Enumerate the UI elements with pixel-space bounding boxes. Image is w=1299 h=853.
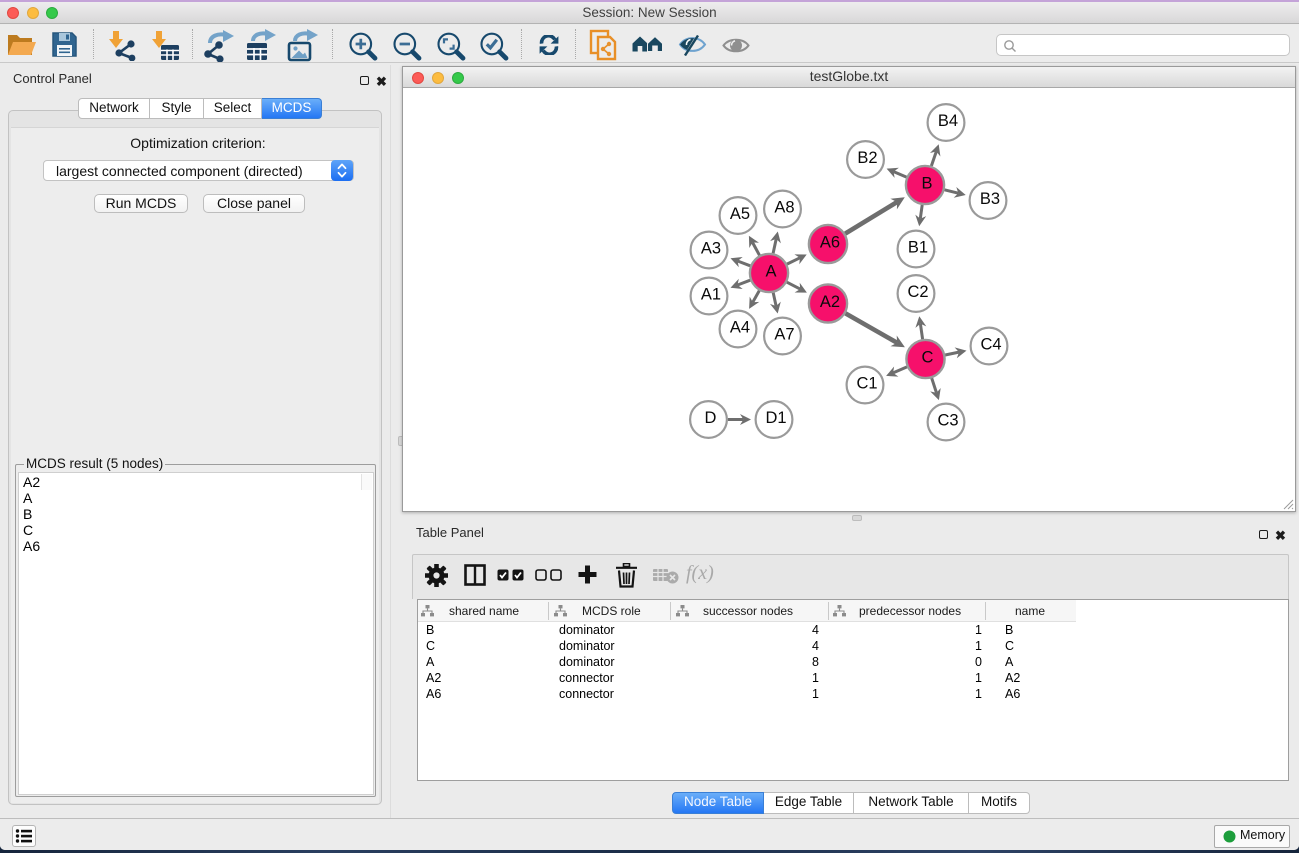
svg-text:C2: C2 [907,283,928,301]
svg-text:A7: A7 [774,326,794,344]
svg-text:C4: C4 [980,336,1001,354]
svg-text:A5: A5 [730,205,750,223]
svg-text:A4: A4 [730,319,750,337]
svg-text:A3: A3 [701,240,721,258]
svg-text:A1: A1 [701,286,721,304]
svg-text:C1: C1 [856,375,877,393]
svg-text:B: B [921,175,932,193]
svg-text:A8: A8 [774,199,794,217]
svg-text:D1: D1 [765,409,786,427]
svg-text:B3: B3 [980,190,1000,208]
svg-text:A2: A2 [820,293,840,311]
svg-text:A6: A6 [820,234,840,252]
svg-text:B2: B2 [857,149,877,167]
svg-text:B4: B4 [938,112,958,130]
svg-text:A: A [765,263,776,281]
svg-text:D: D [705,409,717,427]
svg-text:C: C [922,349,934,367]
svg-text:C3: C3 [937,412,958,430]
svg-text:B1: B1 [908,239,928,257]
